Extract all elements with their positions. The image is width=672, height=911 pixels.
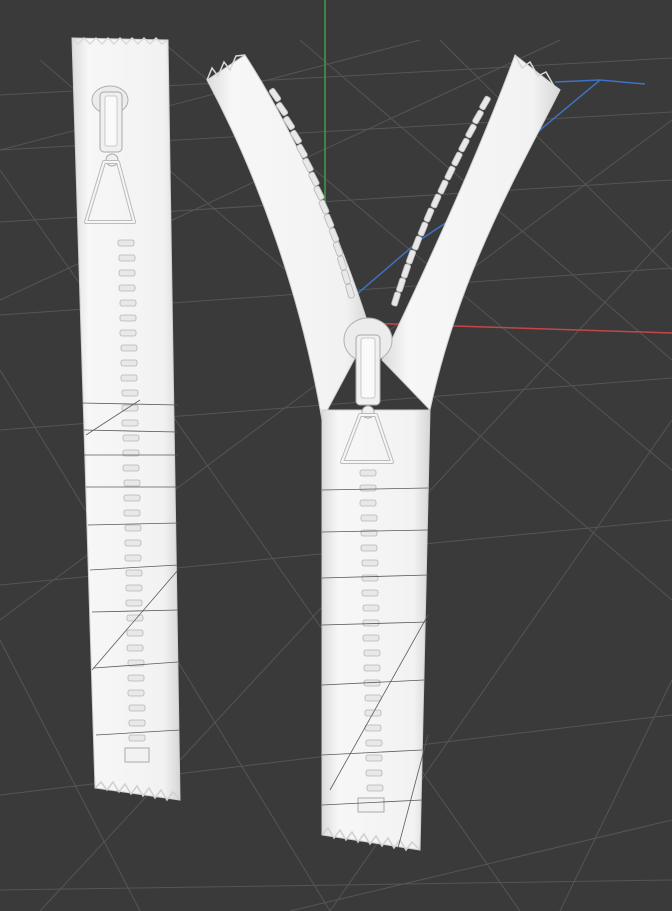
zipper-open-lower-body: [321, 409, 431, 851]
zipper-open-bottom-stop: [357, 797, 385, 813]
3d-viewport[interactable]: [0, 0, 672, 911]
zipper-closed-bottom-stop: [124, 747, 150, 763]
